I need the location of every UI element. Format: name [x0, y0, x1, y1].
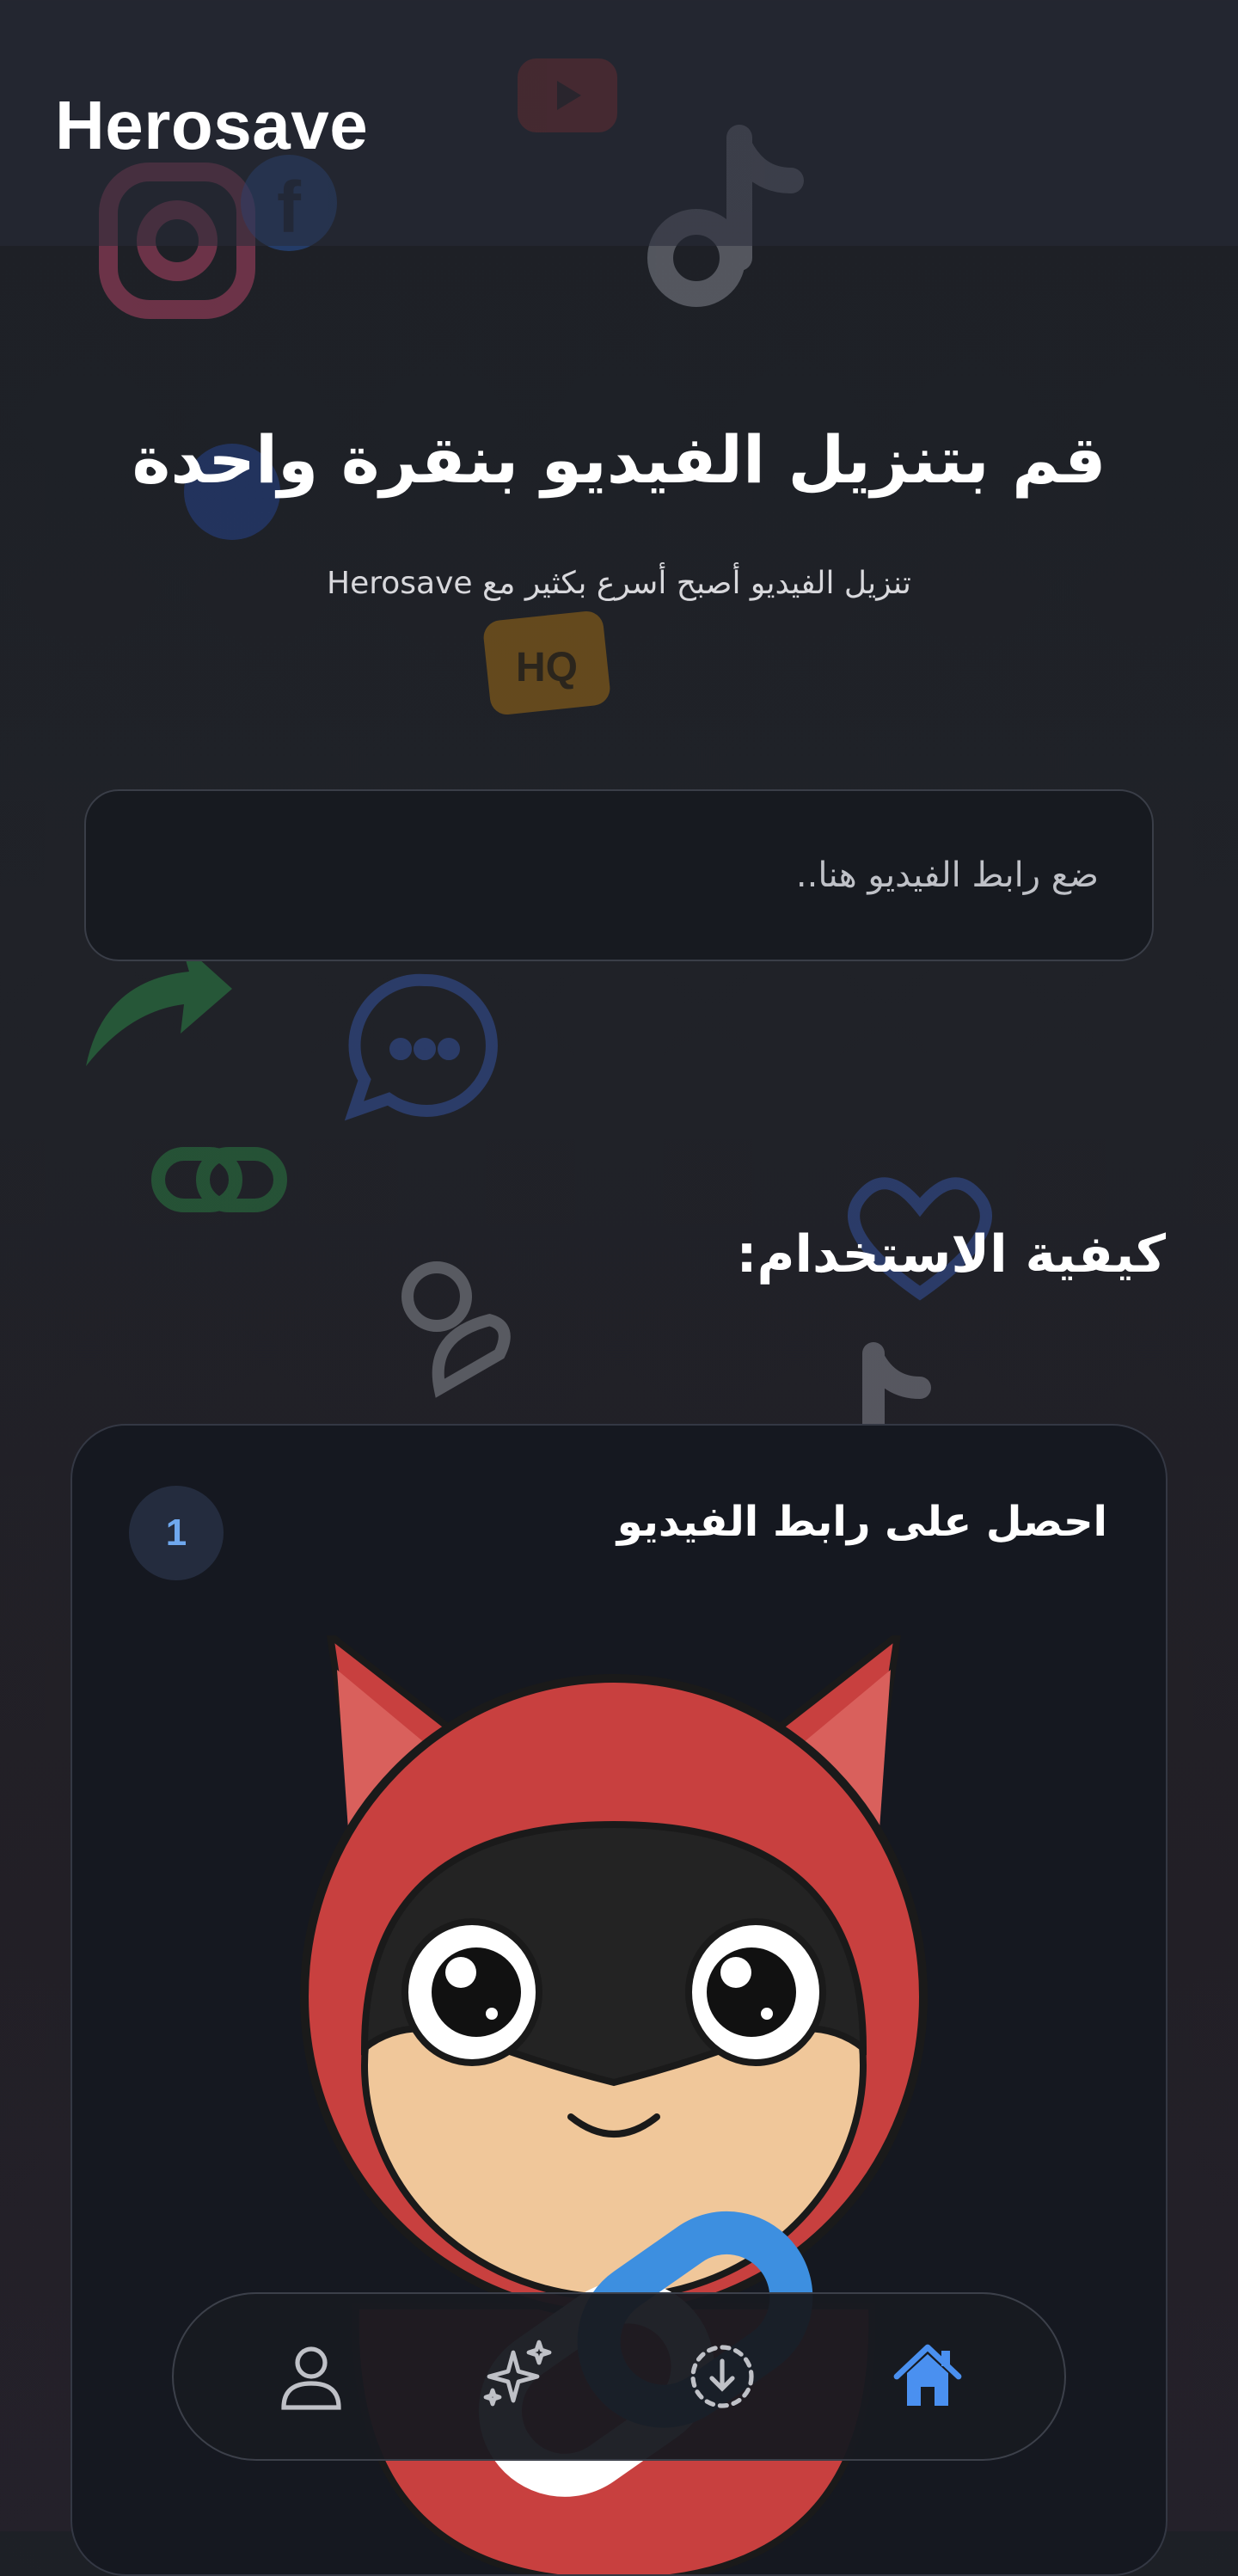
user-icon — [401, 1261, 511, 1398]
svg-text:HQ: HQ — [516, 645, 578, 690]
bottom-navigation — [172, 2292, 1066, 2461]
step-title: احصل على رابط الفيديو — [616, 1498, 1107, 1546]
how-to-use-heading: كيفية الاستخدام: — [736, 1224, 1166, 1285]
nav-features[interactable] — [452, 2312, 581, 2441]
step-number-badge: 1 — [129, 1486, 224, 1580]
nav-downloads[interactable] — [658, 2312, 787, 2441]
link-icon — [151, 1147, 287, 1212]
download-icon — [689, 2345, 754, 2408]
sparkles-icon — [483, 2340, 551, 2407]
hero-title: قم بتنزيل الفيديو بنقرة واحدة — [132, 421, 1106, 498]
nav-profile[interactable] — [247, 2312, 376, 2441]
hero-subtitle: تنزيل الفيديو أصبح أسرع بكثير مع Herosav… — [327, 566, 911, 601]
nav-home[interactable] — [863, 2312, 992, 2441]
chat-icon — [344, 973, 498, 1121]
home-icon — [893, 2344, 961, 2406]
user-icon — [280, 2346, 341, 2410]
hq-icon: HQ — [483, 610, 610, 715]
video-url-input[interactable] — [84, 789, 1154, 961]
app-title: Herosave — [55, 87, 369, 163]
tiktok-icon-lower — [862, 1342, 931, 1438]
